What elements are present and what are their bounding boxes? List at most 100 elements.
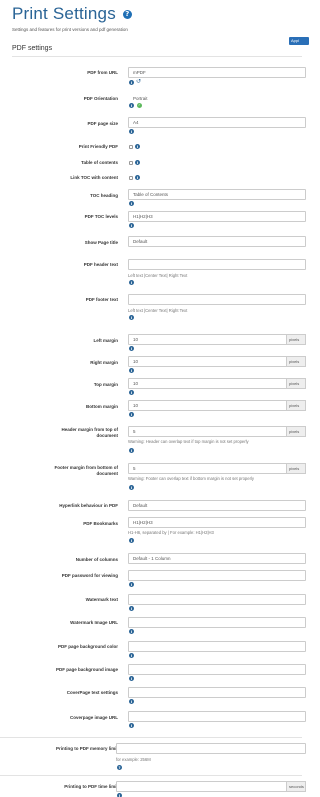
watermark-text-input[interactable]	[128, 594, 306, 605]
pdf-orientation-select[interactable]: Portrait	[133, 96, 148, 101]
pdf-from-url-select[interactable]: mPDF	[128, 67, 306, 78]
footer-margin-input[interactable]: 5	[128, 463, 288, 474]
pixels-addon: pixels	[286, 463, 306, 474]
label-footer-margin-line2: document	[96, 471, 118, 476]
label-header-margin: Header margin from top of document	[61, 427, 118, 439]
right-margin-input[interactable]: 10	[128, 356, 288, 367]
pixels-addon: pixels	[286, 356, 306, 367]
info-icon[interactable]: i	[129, 80, 134, 85]
info-icon[interactable]: i	[129, 606, 134, 611]
label-pdf-from-url: PDF from URL	[87, 70, 118, 75]
apply-button[interactable]: Appl	[289, 37, 309, 45]
label-time-limit: Printing to PDF time limit	[64, 784, 118, 789]
page-title: Print Settings ?	[12, 4, 132, 24]
number-of-columns-select[interactable]: Default - 1 Column	[128, 553, 306, 564]
coverpage-image-url-input[interactable]	[128, 711, 306, 722]
section-title: PDF settings	[12, 45, 53, 52]
info-icon[interactable]: i	[129, 368, 134, 373]
info-icon[interactable]: i	[135, 175, 140, 180]
print-friendly-pdf-checkbox[interactable]	[129, 145, 133, 149]
pdf-footer-text-input[interactable]	[128, 294, 306, 305]
info-icon[interactable]: i	[129, 676, 134, 681]
pixels-addon: pixels	[286, 334, 306, 345]
time-limit-input[interactable]	[116, 781, 288, 792]
check-icon: ✓	[137, 103, 142, 108]
label-memory-limit: Printing to PDF memory limit	[55, 746, 118, 751]
label-link-toc: Link TOC with content	[70, 175, 118, 180]
label-show-page-title: Show Page title	[84, 240, 118, 245]
pdf-toc-levels-input[interactable]: H1|H2|H3	[128, 211, 306, 222]
table-of-contents-checkbox[interactable]	[129, 161, 133, 165]
label-pdf-footer-text: PDF footer text	[85, 297, 118, 302]
info-icon[interactable]: i	[117, 793, 122, 797]
info-icon[interactable]: i	[129, 723, 134, 728]
pdf-password-input[interactable]	[128, 570, 306, 581]
footer-margin-warning: Warning: Footer can overlap text if bott…	[128, 476, 254, 481]
header-text-hint: Left text |Center Text| Right Text	[128, 273, 188, 278]
watermark-image-url-input[interactable]	[128, 617, 306, 628]
info-icon[interactable]: i	[135, 160, 140, 165]
info-icon[interactable]: i	[129, 280, 134, 285]
pdf-bookmarks-input[interactable]: H1|H2|H3	[128, 517, 306, 528]
section-divider	[0, 737, 302, 738]
section-divider	[12, 56, 302, 57]
top-margin-input[interactable]: 10	[128, 378, 288, 389]
pdf-header-text-input[interactable]	[128, 259, 306, 270]
header-margin-input[interactable]: 5	[128, 426, 288, 437]
info-icon[interactable]: i	[129, 315, 134, 320]
label-pdf-bookmarks: PDF Bookmarks	[83, 521, 118, 526]
info-icon[interactable]: i	[129, 346, 134, 351]
reset-icon[interactable]: ↺	[136, 79, 141, 85]
toc-heading-input[interactable]: Table of Contents	[128, 189, 306, 200]
info-icon[interactable]: i	[129, 201, 134, 206]
info-icon[interactable]: i	[129, 699, 134, 704]
info-icon[interactable]: i	[129, 629, 134, 634]
label-pdf-password: PDF password for viewing	[61, 573, 118, 578]
info-icon[interactable]: i	[129, 412, 134, 417]
pdf-page-size-select[interactable]: A4	[128, 117, 306, 128]
label-pdf-orientation: PDF Orientation	[83, 96, 118, 101]
footer-text-hint: Left text |Center Text| Right Text	[128, 308, 188, 313]
label-top-margin: Top margin	[93, 382, 118, 387]
memory-limit-input[interactable]	[116, 743, 306, 754]
pdf-bg-image-input[interactable]	[128, 664, 306, 675]
label-pdf-bg-image: PDF page background image	[55, 667, 118, 672]
pixels-addon: pixels	[286, 426, 306, 437]
label-bottom-margin: Bottom margin	[86, 404, 118, 409]
link-toc-checkbox[interactable]	[129, 176, 133, 180]
label-print-friendly-pdf: Print Friendly PDF	[78, 144, 118, 149]
info-icon[interactable]: i	[129, 129, 134, 134]
label-coverpage-text-settings: CoverPage text settings	[66, 690, 118, 695]
info-icon[interactable]: i	[135, 144, 140, 149]
question-icon[interactable]: ?	[117, 765, 122, 770]
label-footer-margin-line1: Footer margin from bottom of	[54, 465, 119, 470]
info-icon[interactable]: i	[129, 653, 134, 658]
label-toc-heading: TOC heading	[90, 193, 118, 198]
info-icon[interactable]: i	[129, 485, 134, 490]
show-page-title-select[interactable]: Default	[128, 236, 306, 247]
seconds-addon: seconds	[286, 781, 306, 792]
left-margin-input[interactable]: 10	[128, 334, 288, 345]
info-icon[interactable]: i	[129, 390, 134, 395]
help-icon[interactable]: ?	[122, 10, 132, 19]
label-header-margin-line2: document	[96, 433, 118, 438]
section-divider	[0, 775, 302, 776]
info-icon[interactable]: i	[129, 223, 134, 228]
page-subtitle: Settings and features for print versions…	[12, 27, 128, 32]
memory-limit-hint: for example: 256M	[116, 757, 151, 762]
info-icon[interactable]: i	[129, 538, 134, 543]
info-icon[interactable]: i	[129, 582, 134, 587]
label-coverpage-image-url: Coverpage image URL	[69, 715, 118, 720]
label-pdf-toc-levels: PDF TOC levels	[84, 214, 118, 219]
label-pdf-bg-color: PDF page background color	[57, 644, 118, 649]
label-number-of-columns: Number of columns	[75, 557, 118, 562]
coverpage-text-settings-input[interactable]	[128, 687, 306, 698]
hyperlink-behaviour-select[interactable]: Default	[128, 500, 306, 511]
info-icon[interactable]: i	[129, 103, 134, 108]
label-pdf-header-text: PDF header text	[83, 262, 118, 267]
bottom-margin-input[interactable]: 10	[128, 400, 288, 411]
pdf-bg-color-input[interactable]	[128, 641, 306, 652]
label-watermark-image-url: Watermark Image URL	[70, 620, 118, 625]
header-margin-warning: Warning: Header can overlap text if top …	[128, 439, 249, 444]
info-icon[interactable]: i	[129, 448, 134, 453]
